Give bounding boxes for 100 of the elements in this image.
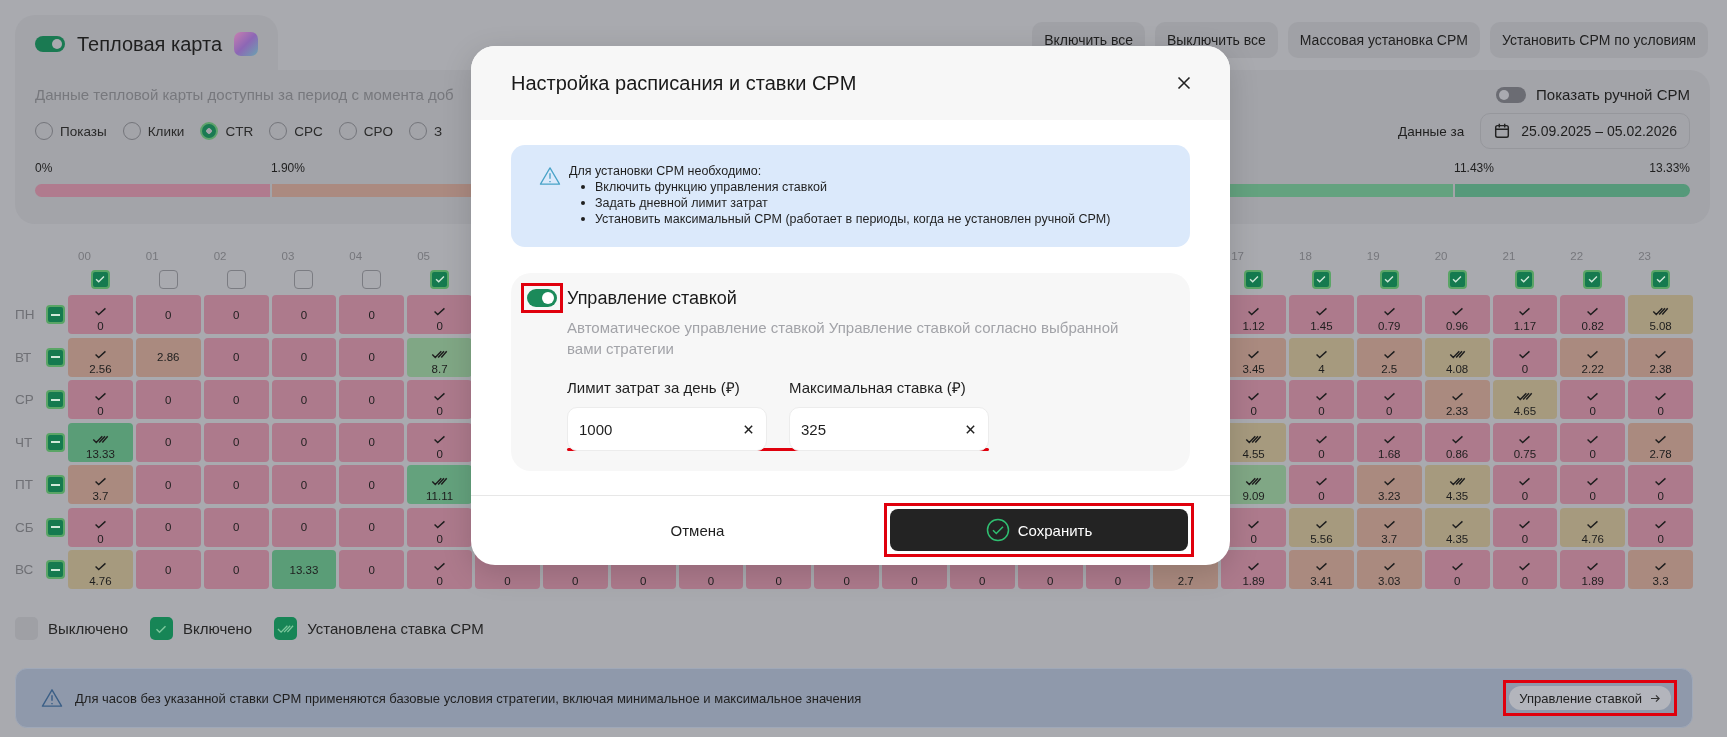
heatmap-cell[interactable]: 0 [1289,380,1354,419]
checkbox[interactable] [1515,269,1535,289]
heatmap-cell[interactable]: 0 [407,507,472,547]
heatmap-cell[interactable]: 0.82 [1560,295,1626,334]
heatmap-cell[interactable]: 0 [135,550,201,589]
checkbox[interactable] [46,305,65,324]
heatmap-cell[interactable]: 0 [1289,465,1354,504]
heatmap-cell[interactable]: 2.56 [68,337,133,377]
heatmap-cell[interactable]: 3.3 [1628,550,1693,589]
cancel-button[interactable]: Отмена [511,508,884,552]
heatmap-cell[interactable]: 8.7 [407,337,472,377]
heatmap-cell[interactable]: 4.35 [1424,507,1490,547]
heatmap-cell[interactable]: 4.76 [1560,507,1626,547]
heatmap-cell[interactable]: 0 [203,550,269,589]
heatmap-cell[interactable]: 3.23 [1356,465,1422,504]
save-button[interactable]: Сохранить [890,509,1188,551]
heatmap-cell[interactable]: 0 [68,507,133,547]
date-range-picker[interactable]: 25.09.2025 – 05.02.2026 [1480,113,1690,149]
heatmap-cell[interactable]: 0 [135,507,201,547]
heatmap-cell[interactable]: 13.33 [271,550,337,589]
heatmap-cell[interactable]: 0 [339,507,405,547]
checkbox[interactable] [1244,269,1264,289]
heatmap-cell[interactable]: 0 [339,380,405,419]
heatmap-cell[interactable]: 1.17 [1492,295,1558,334]
heatmap-cell[interactable]: 0.86 [1424,422,1490,462]
heatmap-cell[interactable]: 0 [339,422,405,462]
checkbox[interactable] [1311,269,1331,289]
checkbox[interactable] [226,269,246,289]
heatmap-cell[interactable]: 0 [68,380,133,419]
heatmap-cell[interactable]: 5.56 [1289,507,1354,547]
heatmap-cell[interactable]: 0 [1492,550,1558,589]
bid-control-button[interactable]: Управление ставкой [1509,686,1671,710]
heatmap-cell[interactable]: 0 [1492,465,1558,504]
heatmap-cell[interactable]: 0 [271,422,337,462]
heatmap-cell[interactable]: 0 [1492,337,1558,377]
checkbox[interactable] [46,432,65,452]
checkbox[interactable] [46,347,65,367]
heatmap-cell[interactable]: 0 [135,465,201,504]
heatmap-cell[interactable]: 0 [1628,380,1693,419]
heatmap-cell[interactable]: 4.76 [68,550,133,589]
input-field[interactable]: 1000 [567,407,767,451]
heatmap-cell[interactable]: 1.68 [1356,422,1422,462]
checkbox[interactable] [1583,269,1603,289]
heatmap-cell[interactable]: 0 [271,465,337,504]
heatmap-cell[interactable]: 0 [135,295,201,334]
heatmap-tab[interactable]: Тепловая карта [15,15,279,70]
clear-icon[interactable] [965,423,976,435]
heatmap-cell[interactable]: 0 [203,337,269,377]
heatmap-cell[interactable]: 0 [68,295,133,334]
heatmap-cell[interactable]: 0 [203,295,269,334]
heatmap-cell[interactable]: 4 [1289,337,1354,377]
heatmap-cell[interactable]: 0 [271,337,337,377]
heatmap-cell[interactable]: 0 [1560,465,1626,504]
heatmap-cell[interactable]: 0 [271,295,337,334]
heatmap-cell[interactable]: 0.96 [1424,295,1490,334]
checkbox[interactable] [46,390,65,409]
heatmap-cell[interactable]: 2.33 [1424,380,1490,419]
heatmap-cell[interactable]: 0 [203,465,269,504]
heatmap-cell[interactable]: 1.45 [1289,295,1354,334]
checkbox[interactable] [158,269,178,289]
heatmap-cell[interactable]: 2.22 [1560,337,1626,377]
heatmap-cell[interactable]: 5.08 [1628,295,1693,334]
heatmap-cell[interactable]: 0 [407,422,472,462]
heatmap-cell[interactable]: 0 [339,295,405,334]
clear-icon[interactable] [743,423,754,435]
heatmap-cell[interactable]: 3.7 [68,465,133,504]
radio-button[interactable] [200,122,219,140]
heatmap-cell[interactable]: 2.86 [135,337,201,377]
checkbox[interactable] [430,269,450,289]
heatmap-cell[interactable]: 0 [1560,422,1626,462]
checkbox[interactable] [1447,269,1467,289]
close-icon[interactable] [1176,75,1192,91]
heatmap-cell[interactable]: 0.79 [1356,295,1422,334]
checkbox[interactable] [1379,269,1399,289]
heatmap-cell[interactable]: 2.5 [1356,337,1422,377]
heatmap-cell[interactable]: 0 [339,465,405,504]
heatmap-cell[interactable]: 0 [1560,380,1626,419]
heatmap-cell[interactable]: 1.89 [1221,550,1286,589]
heatmap-cell[interactable]: 0 [1492,507,1558,547]
heatmap-cell[interactable]: 0 [407,295,472,334]
heatmap-cell[interactable]: 3.7 [1356,507,1422,547]
heatmap-cell[interactable]: 0 [1289,422,1354,462]
heatmap-cell[interactable]: 2.38 [1628,337,1693,377]
heatmap-cell[interactable]: 4.65 [1492,380,1558,419]
heatmap-cell[interactable]: 2.78 [1628,422,1693,462]
heatmap-cell[interactable]: 0 [271,507,337,547]
checkbox[interactable] [90,269,110,289]
heatmap-cell[interactable]: 3.03 [1356,550,1422,589]
checkbox[interactable] [46,475,65,494]
heatmap-cell[interactable]: 0 [1424,550,1490,589]
heatmap-cell[interactable]: 0 [407,550,472,589]
heatmap-cell[interactable]: 0 [1356,380,1422,419]
heatmap-cell[interactable]: 1.89 [1560,550,1626,589]
heatmap-cell[interactable]: 0 [407,380,472,419]
checkbox[interactable] [46,517,65,537]
heatmap-cell[interactable]: 0 [1628,465,1693,504]
heatmap-cell[interactable]: 0 [271,380,337,419]
heatmap-cell[interactable]: 4.08 [1424,337,1490,377]
input-field[interactable]: 325 [789,407,989,451]
toggle-switch[interactable] [527,289,557,307]
